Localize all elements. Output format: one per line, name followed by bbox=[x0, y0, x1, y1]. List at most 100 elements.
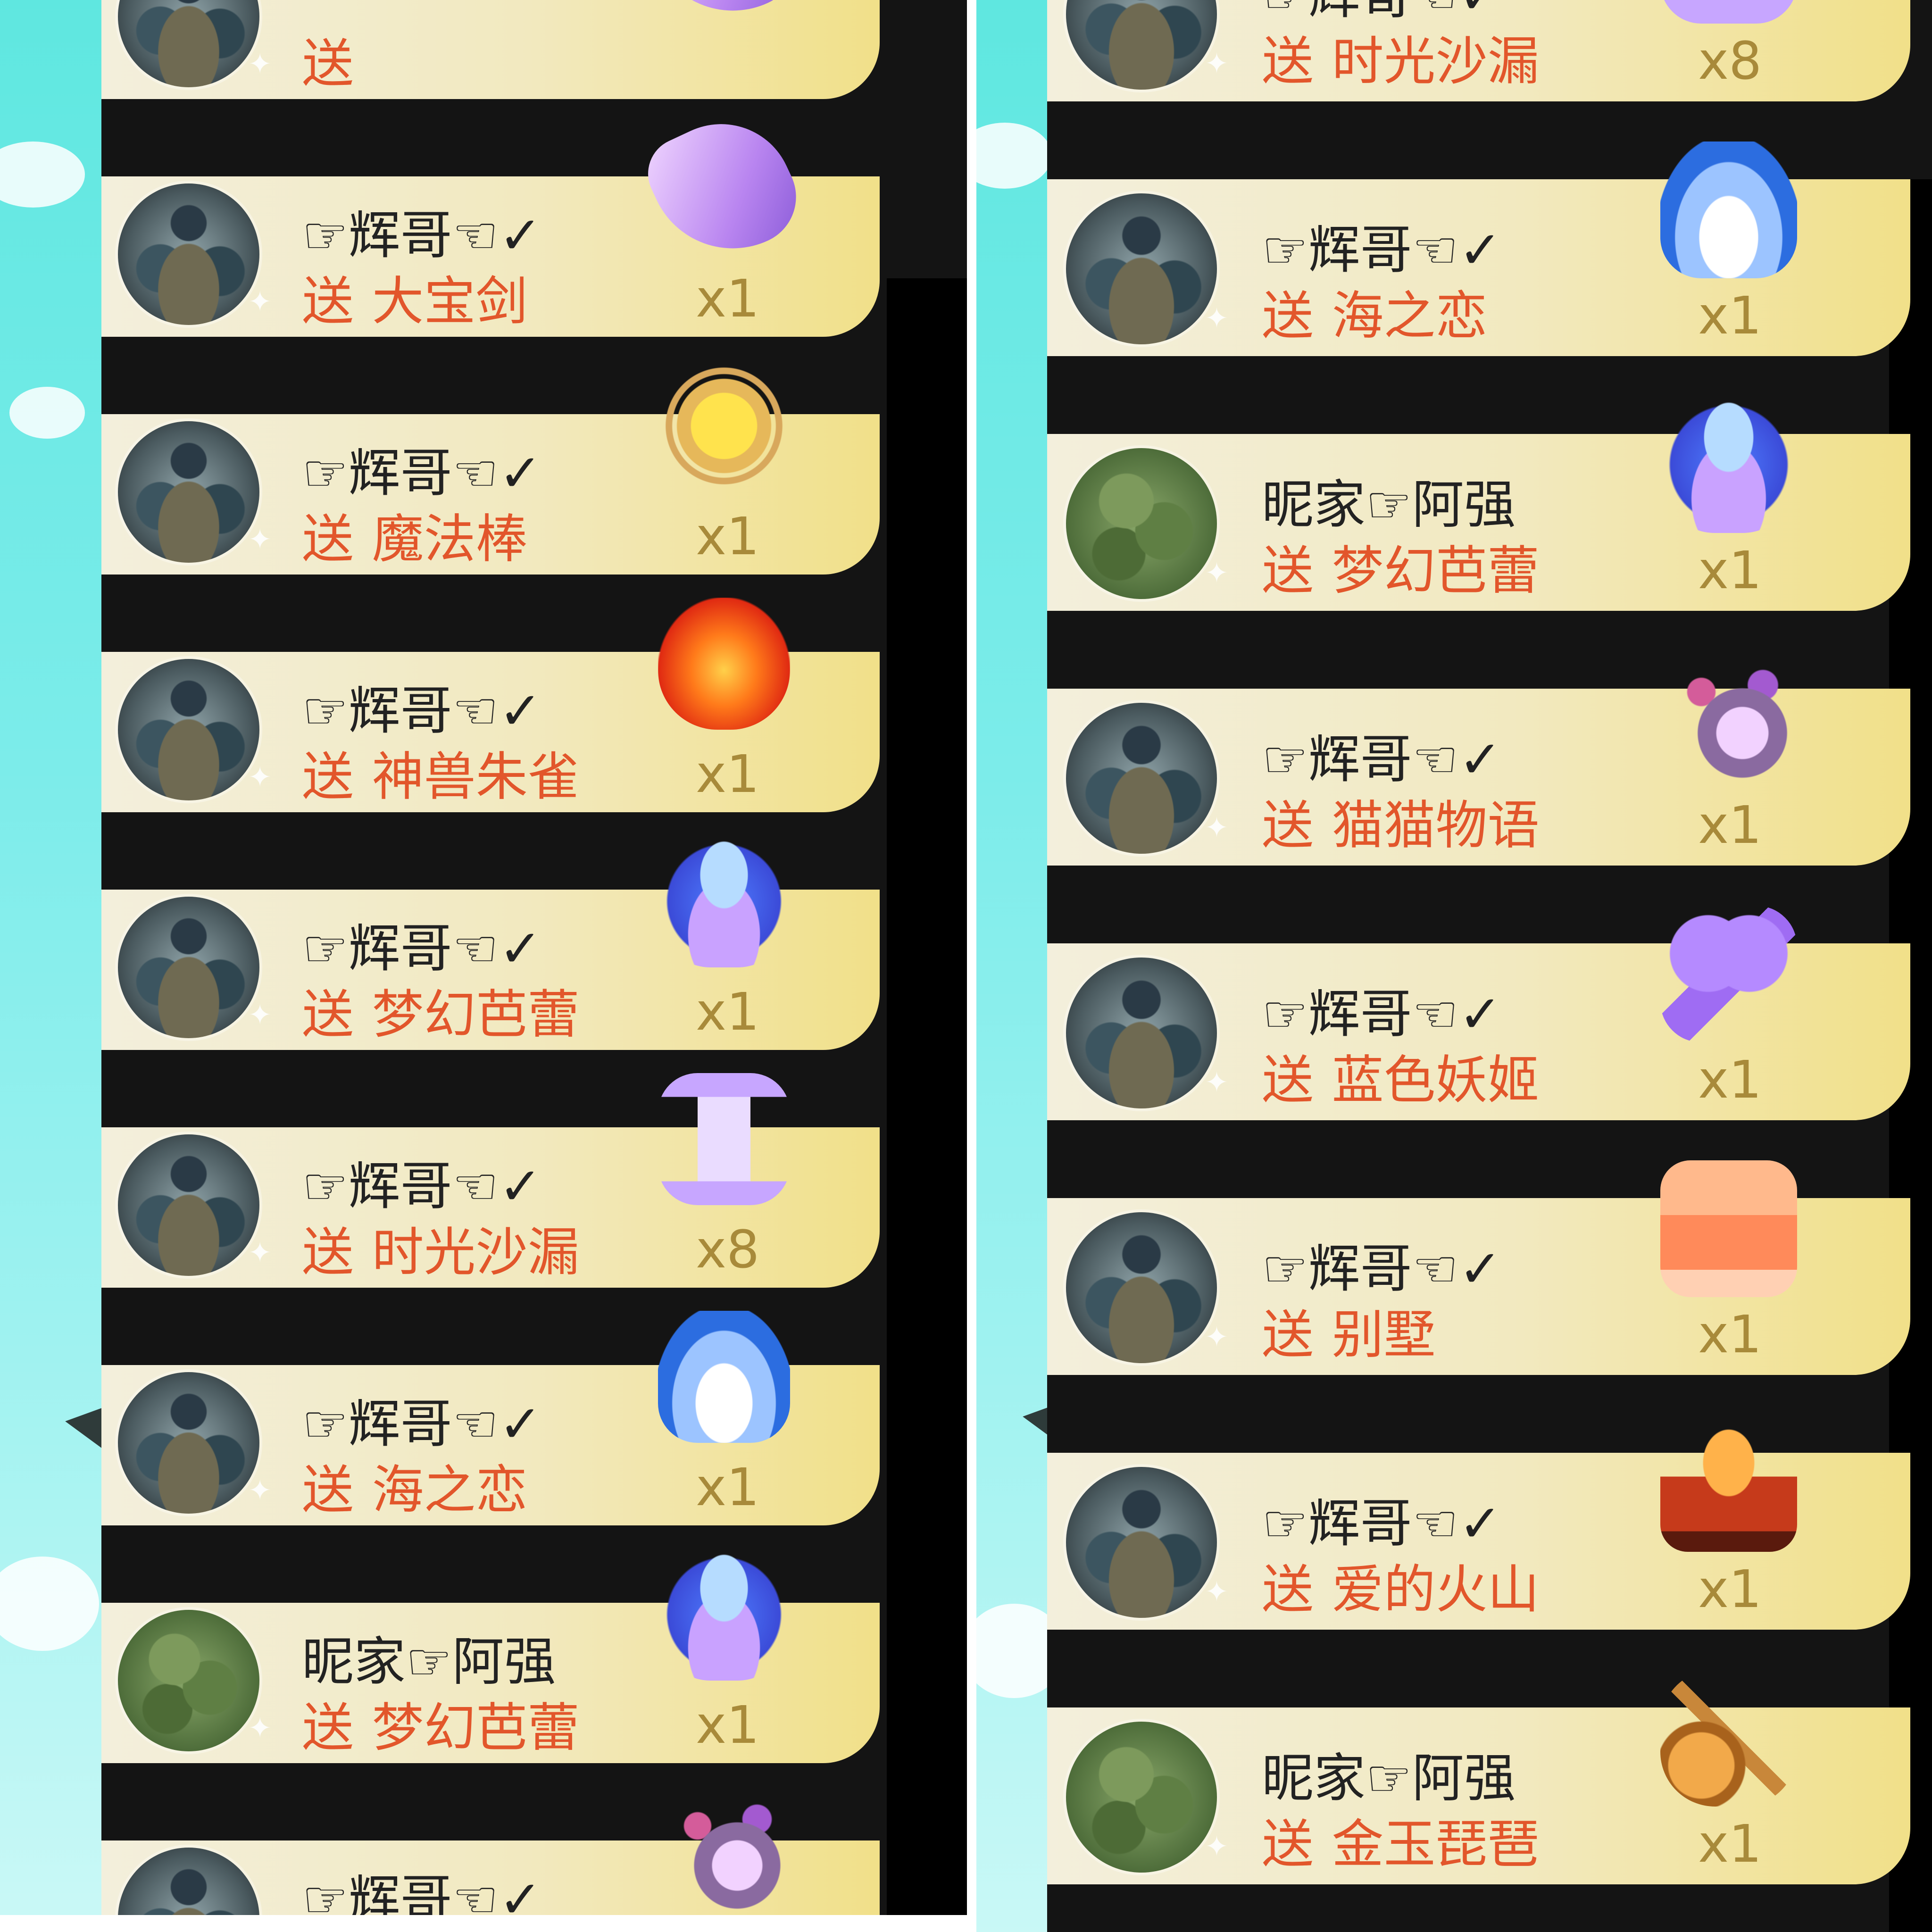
ship-icon bbox=[658, 1311, 790, 1443]
cat-icon bbox=[658, 1786, 790, 1915]
user-avatar[interactable] bbox=[1066, 958, 1217, 1108]
gift-action-text: 送海之恋 bbox=[1262, 274, 1488, 349]
gift-verb: 送 bbox=[1262, 541, 1314, 601]
sender-name[interactable]: ☞辉哥☜✓ bbox=[1262, 208, 1502, 283]
left-gift-feed-panel: ✦ 送 ✦ ☞辉哥☜✓ 送大宝剑 x1 ✦ ☞辉哥☜✓ 送魔法棒 x1 ✦ ☞辉哥☜✓ 送神兽朱雀 x1 ✦… bbox=[0, 0, 967, 1915]
gift-message-row: ✦ ☞辉哥☜✓ 送海之恋 x1 bbox=[101, 1240, 880, 1525]
wand-icon bbox=[658, 360, 790, 492]
gift-name: 蓝色妖姬 bbox=[1332, 1050, 1540, 1110]
gift-message-row: ✦ ☞辉哥☜✓ 送海之恋 x1 bbox=[1047, 142, 1910, 434]
sender-name[interactable]: ☞辉哥☜✓ bbox=[302, 668, 542, 744]
cloud-shape bbox=[9, 387, 85, 439]
sender-name[interactable]: 昵家☞阿强 bbox=[302, 1619, 556, 1695]
user-avatar-tree[interactable] bbox=[1066, 1722, 1217, 1873]
gift-action-text: 送猫猫物语 bbox=[1262, 783, 1540, 858]
cloud-shape bbox=[0, 142, 85, 208]
ship-icon bbox=[1660, 142, 1797, 278]
gift-message-row: ✦ ☞辉哥☜✓ 送神兽朱雀 x1 bbox=[101, 527, 880, 812]
gift-count: x1 bbox=[1698, 795, 1762, 855]
sender-name[interactable]: ☞辉哥☜✓ bbox=[302, 193, 542, 268]
sender-name[interactable]: ☞辉哥☜✓ bbox=[1262, 1226, 1502, 1302]
gift-action-text: 送蓝色妖姬 bbox=[1262, 1038, 1540, 1113]
cloud-shape bbox=[976, 123, 1052, 189]
gift-message-row: ✦ ☞辉哥☜✓ 送爱的火山 x1 bbox=[1047, 1415, 1910, 1707]
gift-count: x1 bbox=[1698, 1559, 1762, 1619]
sparkle-icon: ✦ bbox=[1205, 557, 1229, 590]
gift-message-row: ✦ ☞辉哥☜✓ 送魔法棒 x1 bbox=[101, 289, 880, 575]
sparkle-icon: ✦ bbox=[1205, 1575, 1229, 1609]
sparkle-icon: ✦ bbox=[1205, 1830, 1229, 1864]
gift-count: x1 bbox=[1698, 1049, 1762, 1110]
phoenix-icon bbox=[658, 598, 790, 730]
screenshot-stage: ✦ 送 ✦ ☞辉哥☜✓ 送大宝剑 x1 ✦ ☞辉哥☜✓ 送魔法棒 x1 ✦ ☞辉哥☜✓ 送神兽朱雀 x1 ✦… bbox=[0, 0, 1932, 1932]
gift-name: 金玉琵琶 bbox=[1332, 1814, 1540, 1874]
gift-verb: 送 bbox=[1262, 1814, 1314, 1874]
right-gift-feed-panel: ✦☞辉哥☜✓送时光沙漏x8✦☞辉哥☜✓送海之恋x1✦昵家☞阿强送梦幻芭蕾x1✦☞… bbox=[976, 0, 1932, 1932]
gift-count: x1 bbox=[1698, 540, 1762, 600]
sender-name[interactable]: ☞辉哥☜✓ bbox=[1262, 972, 1502, 1047]
gift-message-row: ✦ 昵家☞阿强送梦幻芭蕾 x1 bbox=[101, 1478, 880, 1763]
cloud-shape bbox=[0, 1557, 99, 1651]
sky-background bbox=[0, 0, 133, 1915]
gift-message-row: ✦ 昵家☞阿强送金玉琵琶 x1 bbox=[1047, 1670, 1910, 1932]
gift-name: 猫猫物语 bbox=[1332, 795, 1540, 856]
gift-message-row: ✦☞辉哥☜✓送时光沙漏x8 bbox=[101, 1002, 880, 1288]
ballet-icon bbox=[658, 835, 790, 967]
gift-message-row: ✦ ☞辉哥☜✓ 送梦幻芭蕾 x1 bbox=[101, 765, 880, 1050]
sender-name[interactable]: ☞辉哥☜✓ bbox=[302, 431, 542, 506]
gift-message-row: ✦ ☞辉哥☜✓ 送别墅 x1 bbox=[1047, 1160, 1910, 1453]
sender-name[interactable]: 昵家☞阿强 bbox=[1262, 1736, 1516, 1811]
ballet-icon bbox=[1660, 396, 1797, 533]
sender-name[interactable]: ☞辉哥☜✓ bbox=[302, 1144, 542, 1219]
gift-name: 爱的火山 bbox=[1332, 1559, 1540, 1620]
sparkle-icon: ✦ bbox=[1205, 1321, 1229, 1354]
sender-name[interactable]: 昵家☞阿强 bbox=[1262, 462, 1516, 538]
scrollbar-track[interactable] bbox=[887, 278, 967, 1915]
user-avatar[interactable] bbox=[1066, 1212, 1217, 1363]
gift-message-row: ✦ ☞辉哥☜✓ 送大宝剑 x1 bbox=[101, 51, 880, 337]
gift-action-text: 送梦幻芭蕾 bbox=[1262, 528, 1540, 604]
sparkle-icon: ✦ bbox=[1205, 302, 1229, 335]
sender-name[interactable]: ☞辉哥☜✓ bbox=[302, 1382, 542, 1457]
ballet-icon bbox=[658, 1549, 790, 1681]
gift-verb: 送 bbox=[1262, 286, 1314, 346]
gift-action-text: 送时光沙漏 bbox=[1262, 19, 1540, 94]
user-avatar[interactable] bbox=[1066, 1467, 1217, 1618]
sparkle-icon: ✦ bbox=[1205, 1066, 1229, 1099]
sender-name[interactable]: ☞辉哥☜✓ bbox=[302, 906, 542, 982]
hourglass-icon bbox=[658, 1073, 790, 1205]
gift-action-text: 送金玉琵琶 bbox=[1262, 1802, 1540, 1877]
gift-action-text: 送爱的火山 bbox=[1262, 1547, 1540, 1623]
gift-count: x1 bbox=[1698, 285, 1762, 346]
gift-verb: 送 bbox=[1262, 795, 1314, 856]
gift-name: 海之恋 bbox=[1332, 286, 1488, 346]
gift-count: x1 bbox=[1698, 1304, 1762, 1365]
gift-count: x1 bbox=[1698, 1814, 1762, 1874]
villa-icon bbox=[1660, 1160, 1797, 1297]
heart-icon bbox=[1660, 906, 1797, 1042]
sparkle-icon: ✦ bbox=[1205, 811, 1229, 845]
gift-message-row: ✦ ☞辉哥☜✓ 送蓝色妖姬 x1 bbox=[1047, 906, 1910, 1198]
cat-icon bbox=[1660, 651, 1797, 788]
gift-message-row: ✦ 送 bbox=[101, 0, 880, 99]
sparkle-icon: ✦ bbox=[1205, 47, 1229, 81]
gift-verb: 送 bbox=[1262, 31, 1314, 92]
gift-name: 别墅 bbox=[1332, 1305, 1436, 1365]
gift-verb: 送 bbox=[1262, 1050, 1314, 1110]
user-avatar-tree[interactable] bbox=[1066, 448, 1217, 599]
sender-name[interactable]: ☞辉哥☜✓ bbox=[1262, 717, 1502, 792]
pipa-icon bbox=[1660, 1670, 1797, 1807]
gift-name: 梦幻芭蕾 bbox=[1332, 541, 1540, 601]
sender-name[interactable]: ☞辉哥☜✓ bbox=[1262, 1481, 1502, 1557]
gift-message-row: ✦ ☞辉哥☜✓送猫猫物语 x1 bbox=[1047, 651, 1910, 943]
gift-action-text: 送别墅 bbox=[1262, 1292, 1436, 1368]
gift-name: 时光沙漏 bbox=[1332, 31, 1540, 92]
user-avatar[interactable] bbox=[1066, 703, 1217, 854]
gift-message-row: ✦ 昵家☞阿强送梦幻芭蕾 x1 bbox=[1047, 396, 1910, 689]
gift-verb: 送 bbox=[1262, 1559, 1314, 1620]
user-avatar[interactable] bbox=[1066, 193, 1217, 344]
gift-verb: 送 bbox=[1262, 1305, 1314, 1365]
sender-name[interactable]: ☞辉哥☜✓ bbox=[302, 1857, 542, 1915]
gift-message-row: ✦☞辉哥☜✓送猫猫物语x1 bbox=[101, 1715, 880, 1915]
volcano-icon bbox=[1660, 1415, 1797, 1552]
